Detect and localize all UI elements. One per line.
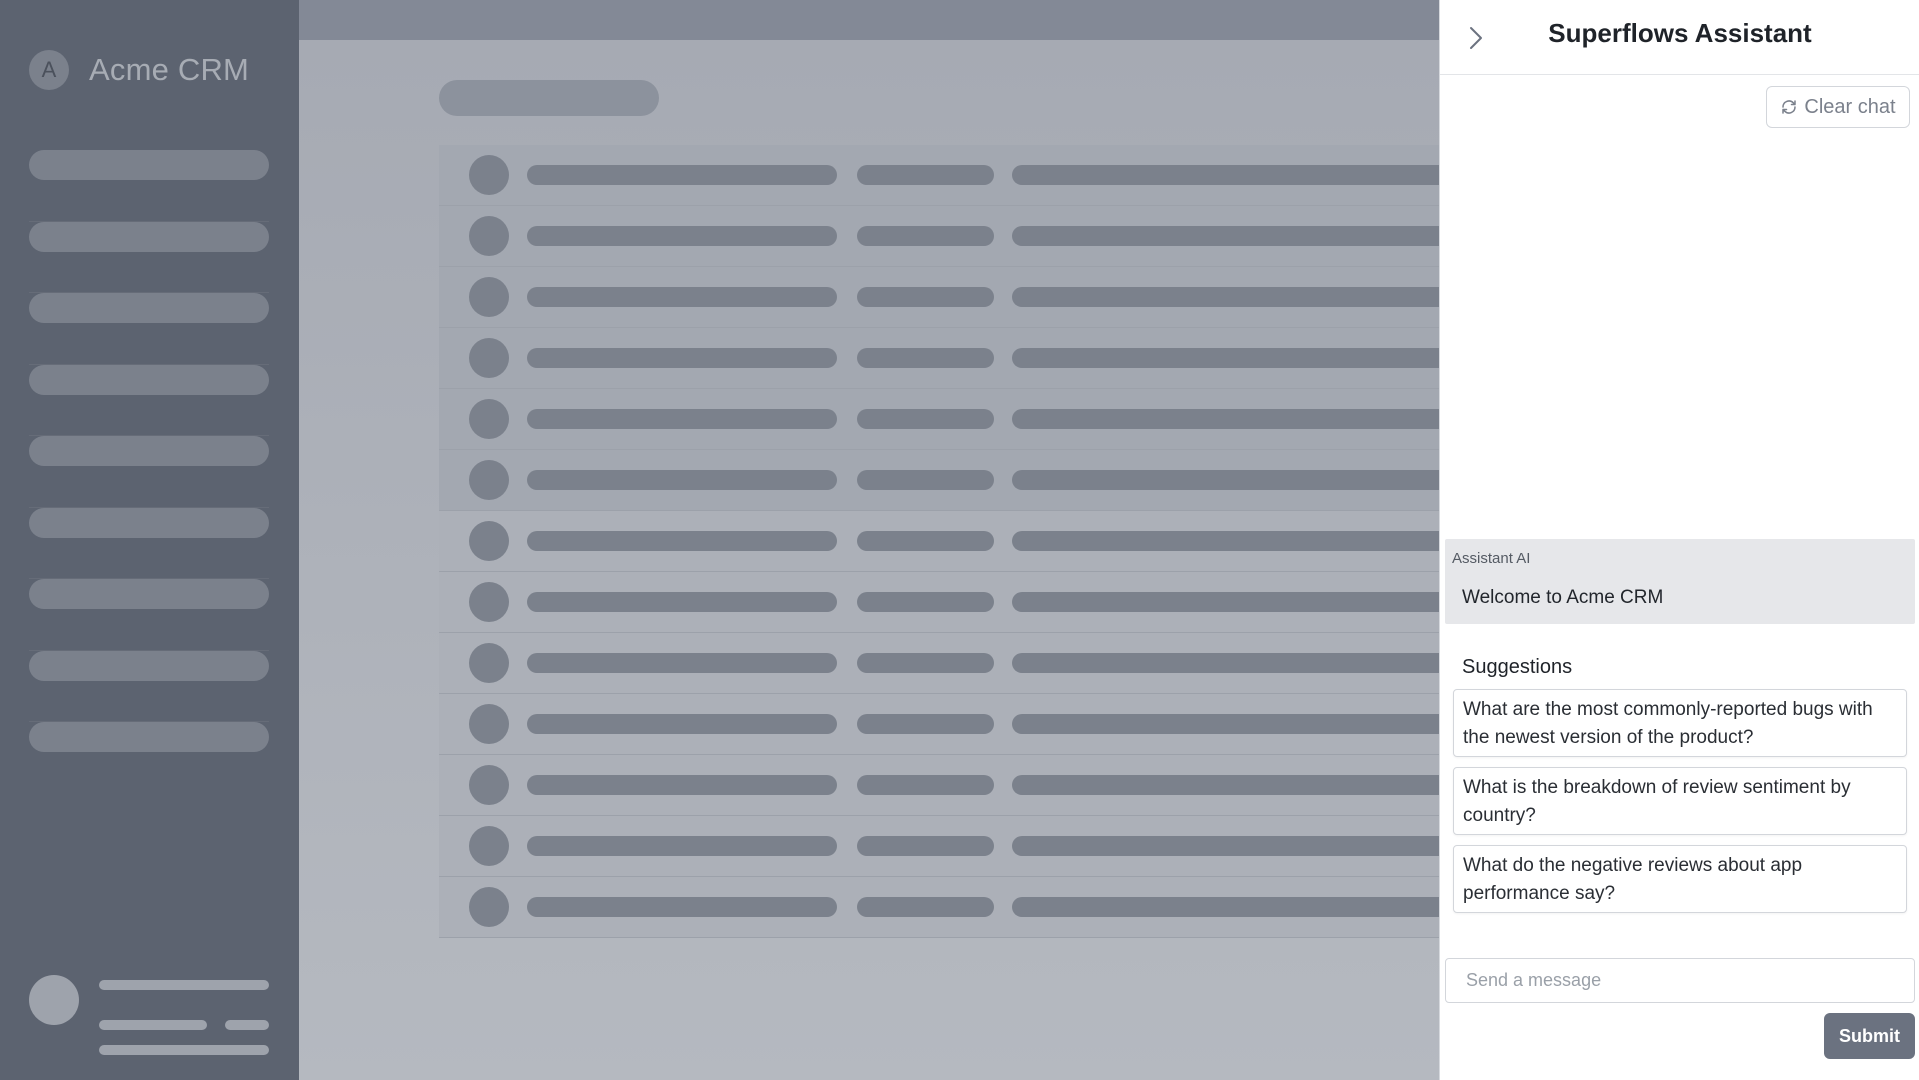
avatar-placeholder [469,521,509,561]
skeleton-bar [527,287,837,307]
suggestion-button[interactable]: What are the most commonly-reported bugs… [1453,689,1907,757]
assistant-title: Superflows Assistant [1548,18,1812,48]
skeleton-bar [527,836,837,856]
skeleton-bar [857,470,994,490]
app-sidebar: A Acme CRM [0,0,299,1080]
assistant-panel: Superflows Assistant Clear chat Assistan… [1439,0,1919,1080]
skeleton-bar [29,221,269,252]
avatar-placeholder [469,460,509,500]
page-title-placeholder [439,80,659,116]
skeleton-bar [527,531,837,551]
skeleton-bar [225,1020,269,1030]
user-profile-placeholder [29,975,269,1055]
skeleton-bar [99,980,269,990]
skeleton-bar [857,592,994,612]
avatar-placeholder [469,277,509,317]
brand: A Acme CRM [29,50,249,90]
refresh-icon [1780,98,1798,116]
avatar-placeholder [469,155,509,195]
skeleton-bar [29,293,269,323]
skeleton-bar [527,714,837,734]
sidebar-item-placeholder [29,221,269,293]
avatar-placeholder [469,582,509,622]
assistant-message: Assistant AI Welcome to Acme CRM [1445,539,1915,624]
skeleton-bar [857,653,994,673]
skeleton-bar [857,714,994,734]
sidebar-item-placeholder [29,650,269,722]
skeleton-bar [857,775,994,795]
message-text: Welcome to Acme CRM [1462,587,1664,608]
skeleton-bar [29,436,269,466]
sidebar-item-placeholder [29,364,269,436]
skeleton-bar [857,897,994,917]
skeleton-bar [29,579,269,609]
sidebar-item-placeholder [29,150,269,222]
message-input[interactable] [1445,958,1915,1003]
avatar-placeholder [469,643,509,683]
avatar-placeholder [469,765,509,805]
skeleton-bar [857,348,994,368]
skeleton-bar [857,226,994,246]
skeleton-bar [99,1020,207,1030]
clear-chat-label: Clear chat [1804,95,1896,118]
skeleton-bar [29,150,269,180]
brand-name: Acme CRM [89,52,250,87]
skeleton-bar [527,226,837,246]
skeleton-bar [29,650,269,681]
sidebar-item-placeholder [29,293,269,365]
sidebar-item-placeholder [29,722,269,794]
skeleton-bar [857,531,994,551]
sidebar-item-placeholder [29,579,269,651]
skeleton-bar [527,653,837,673]
clear-chat-button[interactable]: Clear chat [1766,86,1910,128]
skeleton-bar [29,364,269,395]
suggestion-button[interactable]: What is the breakdown of review sentimen… [1453,767,1907,835]
suggestions-heading: Suggestions [1462,656,1573,678]
skeleton-bar [527,775,837,795]
skeleton-bar [857,165,994,185]
skeleton-bar [527,165,837,185]
suggestion-button[interactable]: What do the negative reviews about app p… [1453,845,1907,913]
avatar [29,975,79,1025]
skeleton-bar [29,722,269,752]
avatar-placeholder [469,887,509,927]
skeleton-bar [527,897,837,917]
skeleton-bar [857,287,994,307]
sidebar-item-placeholder [29,436,269,508]
avatar-placeholder [469,704,509,744]
skeleton-bar [857,836,994,856]
skeleton-bar [527,409,837,429]
skeleton-bar [857,409,994,429]
avatar-placeholder [469,338,509,378]
avatar-placeholder [469,216,509,256]
skeleton-bar [527,348,837,368]
skeleton-bar [527,470,837,490]
sidebar-nav [29,150,269,794]
avatar-placeholder [469,399,509,439]
skeleton-bar [29,507,269,538]
message-sender: Assistant AI [1452,550,1531,567]
submit-button[interactable]: Submit [1824,1013,1915,1059]
brand-avatar: A [29,50,69,90]
skeleton-bar [99,1045,269,1055]
sidebar-item-placeholder [29,507,269,579]
skeleton-bar [527,592,837,612]
avatar-placeholder [469,826,509,866]
assistant-header: Superflows Assistant [1440,0,1919,75]
